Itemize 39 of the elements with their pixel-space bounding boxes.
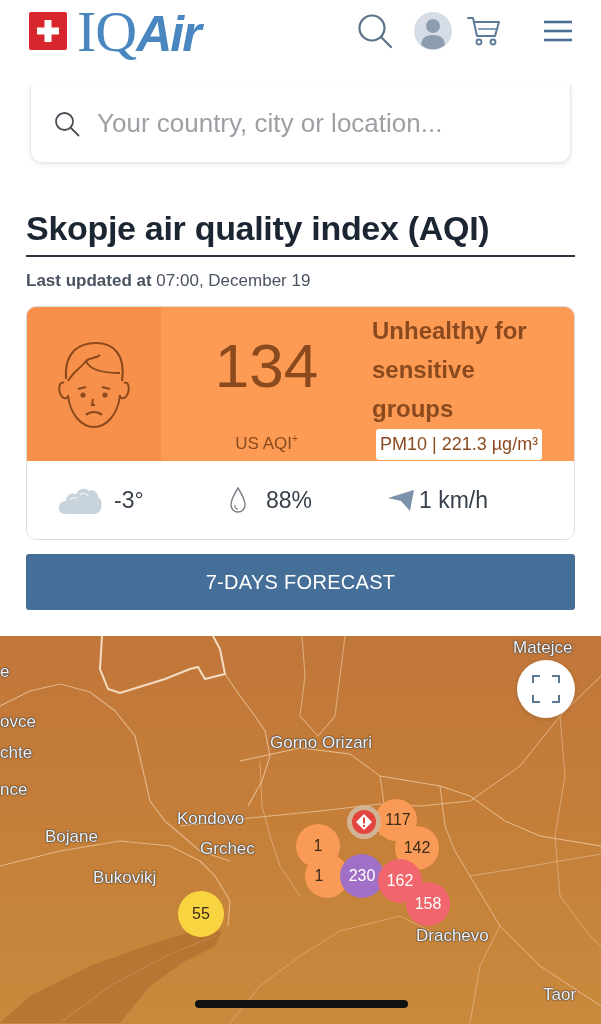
place-label: Kondovo — [177, 809, 245, 829]
fullscreen-icon — [532, 675, 560, 703]
map-view[interactable]: Matejce e ovce chte nce Gorno Orizari Kondovo Bojane Grchec Bukovikj Drachevo Taor 1 1 117 142 230 162 158 55 — [0, 636, 601, 1024]
place-label: nce — [0, 780, 28, 800]
last-updated-text: Last updated at 07:00, December 19 — [26, 270, 312, 292]
search-icon — [54, 110, 80, 137]
menu-icon[interactable] — [543, 20, 573, 42]
place-label: Gorno Orizari — [270, 733, 373, 753]
swiss-flag-icon — [29, 12, 67, 50]
water-drop-icon — [229, 486, 247, 514]
temperature-value: -3° — [114, 486, 144, 514]
aqi-unit: US AQI$^{+}$ — [234, 432, 299, 455]
humidity-value: 88% — [266, 486, 313, 514]
pollutant-reading: PM10 | 221.3 µg/m³ — [376, 429, 543, 460]
place-label: Taor — [543, 985, 577, 1005]
aqi-value: 134 — [213, 331, 320, 401]
place-label: e — [0, 662, 10, 682]
alert-marker-icon[interactable] — [347, 805, 381, 839]
place-label: Drachevo — [416, 926, 489, 946]
forecast-button[interactable]: 7-DAYS FORECAST — [26, 554, 575, 610]
place-label: Bojane — [45, 827, 98, 847]
user-avatar-icon[interactable] — [414, 12, 452, 50]
search-icon[interactable] — [357, 13, 393, 49]
wind-value: 1 km/h — [419, 486, 489, 514]
search-bar[interactable]: Your country, city or location... — [30, 85, 571, 163]
place-label: ovce — [0, 712, 36, 732]
place-label: Bukovikj — [93, 868, 157, 888]
cart-icon[interactable] — [467, 15, 501, 47]
wind-arrow-icon — [388, 489, 414, 511]
aqi-status: Unhealthy for sensitive groups — [372, 316, 528, 424]
place-label: Matejce — [513, 638, 573, 658]
page-title: Skopje air quality index (AQI) — [26, 207, 575, 257]
cloud-icon — [58, 486, 102, 514]
place-label: Grchec — [200, 839, 255, 859]
aqi-marker[interactable]: 55 — [178, 891, 224, 937]
place-label: chte — [0, 743, 33, 763]
fullscreen-button[interactable] — [517, 660, 575, 718]
search-field[interactable]: Your country, city or location... — [97, 108, 517, 139]
aqi-marker[interactable]: 230 — [340, 854, 384, 898]
